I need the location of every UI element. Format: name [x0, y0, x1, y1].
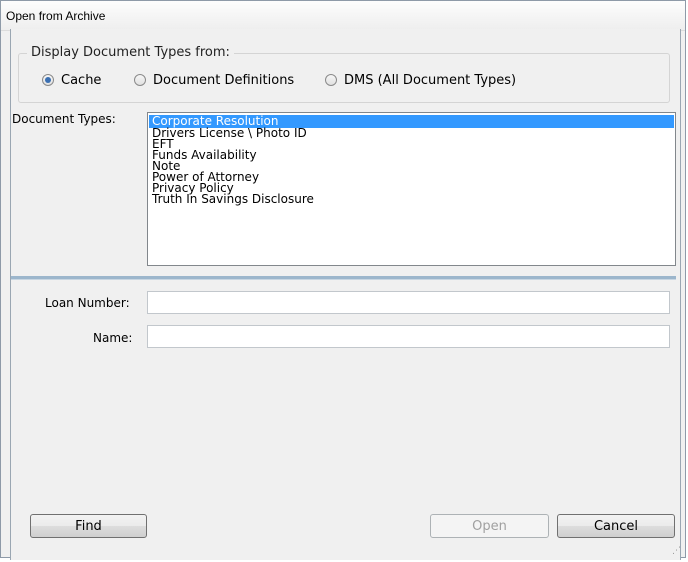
radio-cache-indicator[interactable]	[42, 74, 54, 86]
document-types-label: Document Types:	[12, 112, 116, 126]
list-item[interactable]: Truth In Savings Disclosure	[149, 193, 674, 205]
find-button[interactable]: Find	[30, 514, 147, 538]
list-item[interactable]: Drivers License \ Photo ID	[149, 127, 674, 139]
radio-cache[interactable]: Cache	[42, 72, 101, 88]
window-title: Open from Archive	[6, 9, 106, 23]
list-item[interactable]: Funds Availability	[149, 149, 674, 161]
resize-grip-icon[interactable]: ⋰	[672, 546, 681, 556]
radio-dms-indicator[interactable]	[325, 74, 337, 86]
section-divider	[11, 276, 676, 280]
name-field[interactable]	[147, 325, 670, 348]
display-types-legend: Display Document Types from:	[27, 45, 234, 60]
cancel-button[interactable]: Cancel	[557, 514, 675, 538]
radio-document-definitions[interactable]: Document Definitions	[134, 72, 294, 88]
radio-document-definitions-label: Document Definitions	[153, 72, 295, 88]
radio-document-definitions-indicator[interactable]	[134, 74, 146, 86]
loan-number-label: Loan Number:	[45, 296, 130, 310]
name-label: Name:	[93, 331, 133, 345]
title-bar[interactable]: Open from Archive	[1, 1, 685, 31]
radio-dms[interactable]: DMS (All Document Types)	[325, 72, 516, 88]
loan-number-field[interactable]	[147, 291, 670, 314]
document-types-listbox[interactable]: Corporate Resolution Drivers License \ P…	[147, 112, 676, 266]
radio-cache-label: Cache	[61, 72, 102, 88]
radio-dms-label: DMS (All Document Types)	[344, 72, 517, 88]
open-button[interactable]: Open	[430, 514, 549, 538]
